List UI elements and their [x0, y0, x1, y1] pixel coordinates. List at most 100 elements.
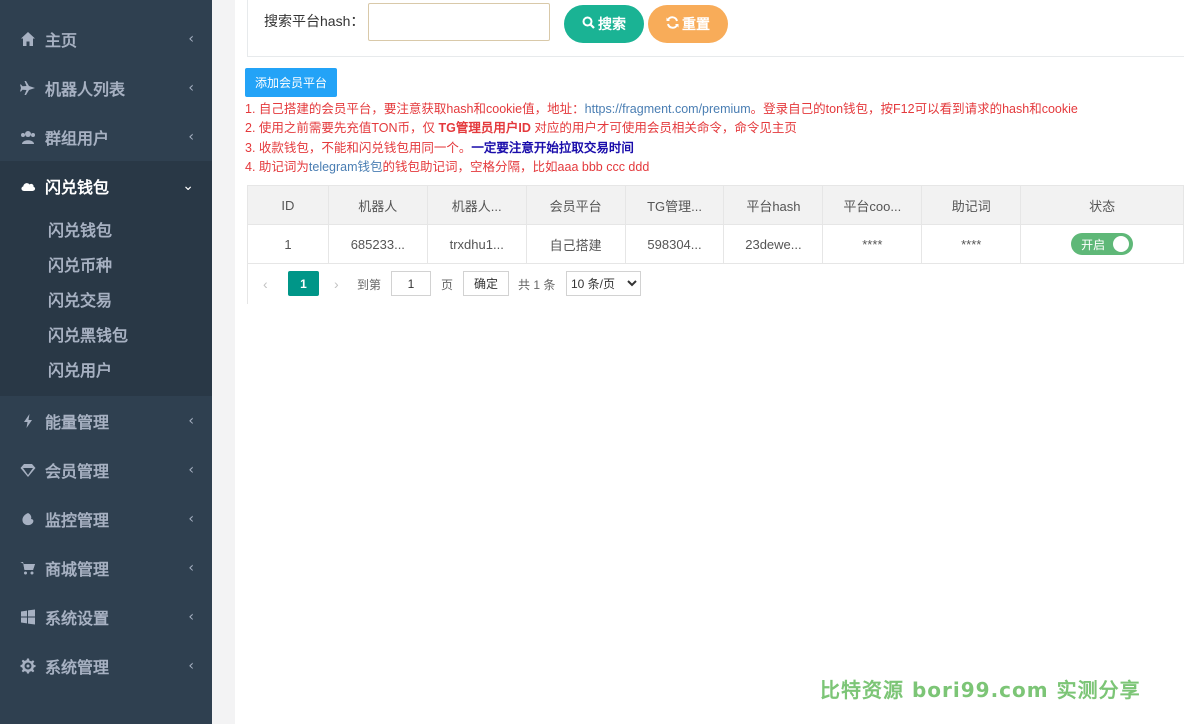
sidebar-item-label: 群组用户 [45, 128, 110, 148]
sidebar-item-label: 系统管理 [45, 657, 110, 677]
note-line-3: 3. 收款钱包，不能和闪兑钱包用同一个。一定要注意开始拉取交易时间 [245, 139, 1078, 158]
column-header[interactable]: 助记词 [921, 185, 1022, 225]
submenu-item-flash-blacklist[interactable]: 闪兑黑钱包 [0, 316, 212, 351]
reset-button[interactable]: 重置 [648, 5, 728, 43]
column-header[interactable]: 机器人... [426, 185, 527, 225]
note-line-4: 4. 助记词为telegram钱包的钱包助记词，空格分隔，比如aaa bbb c… [245, 158, 1078, 177]
column-header[interactable]: TG管理... [624, 185, 725, 225]
diamond-icon [17, 462, 39, 478]
sidebar-item-group-users[interactable]: 群组用户 ‹ [0, 112, 212, 161]
next-page-button[interactable]: › [334, 276, 339, 292]
column-header[interactable]: 状态 [1020, 185, 1184, 225]
column-header[interactable]: ID [247, 185, 329, 225]
sidebar-item-monitor[interactable]: 监控管理 ‹ [0, 494, 212, 543]
sidebar-item-energy[interactable]: 能量管理 ‹ [0, 396, 212, 445]
note-line-1: 1. 自己搭建的会员平台，要注意获取hash和cookie值，地址：https:… [245, 100, 1078, 119]
note-text: 1. 自己搭建的会员平台，要注意获取hash和cookie值，地址： [245, 102, 585, 116]
toggle-knob [1113, 236, 1130, 252]
telegram-wallet-link[interactable]: telegram钱包 [309, 160, 383, 174]
status-toggle-label: 开启 [1081, 237, 1106, 252]
sidebar-item-label: 机器人列表 [45, 79, 126, 99]
member-platform-table: ID 机器人 机器人... 会员平台 TG管理... 平台hash 平台coo.… [247, 185, 1184, 264]
chevron-left-icon: ‹ [188, 608, 194, 625]
chevron-left-icon: ‹ [188, 510, 194, 527]
sidebar-item-flash-wallet[interactable]: 闪兑钱包 ⌄ [0, 161, 212, 211]
sidebar-item-label: 商城管理 [45, 559, 110, 579]
chevron-down-icon: ⌄ [182, 178, 194, 194]
column-header[interactable]: 会员平台 [525, 185, 626, 225]
note-text: 。登录自己的ton钱包，按F12可以看到请求的hash和cookie [750, 102, 1078, 116]
submenu-item-flash-users[interactable]: 闪兑用户 [0, 351, 212, 386]
total-count: 共 1 条 [518, 278, 556, 292]
table-header-row: ID 机器人 机器人... 会员平台 TG管理... 平台hash 平台coo.… [247, 185, 1184, 225]
sidebar-item-home[interactable]: 主页 ‹ [0, 14, 212, 63]
sidebar-item-label: 主页 [45, 30, 78, 50]
note-text: 的钱包助记词，空格分隔，比如aaa bbb ccc ddd [382, 159, 650, 174]
cloud-icon [17, 178, 39, 194]
home-icon [17, 31, 39, 47]
gear-icon [17, 658, 39, 674]
note-text: 对应的用户才可使用会员相关命令，命令见主页 [530, 121, 797, 136]
search-label: 搜索平台hash： [264, 13, 365, 29]
cell-id: 1 [247, 224, 329, 264]
cell-bot-name: trxdhu1... [426, 224, 527, 264]
sidebar-item-shop[interactable]: 商城管理 ‹ [0, 543, 212, 592]
plane-icon [17, 80, 39, 96]
add-member-platform-button[interactable]: 添加会员平台 [245, 68, 337, 97]
users-icon [17, 129, 39, 145]
search-button-label: 搜索 [598, 17, 626, 33]
sidebar-item-bot-list[interactable]: 机器人列表 ‹ [0, 63, 212, 112]
submenu-item-flash-coin[interactable]: 闪兑币种 [0, 246, 212, 281]
sidebar-item-label: 系统设置 [45, 608, 110, 628]
goto-confirm-button[interactable]: 确定 [463, 271, 509, 296]
chevron-left-icon: ‹ [188, 559, 194, 576]
monitor-icon [17, 511, 39, 527]
page-size-select[interactable]: 10 条/页 [566, 271, 641, 296]
note-emphasis: 一定要注意开始拉取交易时间 [471, 140, 634, 155]
cell-hash: 23dewe... [723, 224, 824, 264]
note-text: 3. 收款钱包，不能和闪兑钱包用同一个。 [245, 140, 472, 155]
bolt-icon [17, 413, 39, 429]
chevron-left-icon: ‹ [188, 79, 194, 96]
cell-platform: 自己搭建 [525, 224, 626, 264]
submenu-item-flash-trade[interactable]: 闪兑交易 [0, 281, 212, 316]
sidebar-item-membership[interactable]: 会员管理 ‹ [0, 445, 212, 494]
sidebar-item-label: 监控管理 [45, 510, 110, 530]
cell-tg-admin: 598304... [624, 224, 725, 264]
column-header[interactable]: 平台hash [723, 185, 824, 225]
sidebar-item-system-settings[interactable]: 系统设置 ‹ [0, 592, 212, 641]
column-header[interactable]: 机器人 [327, 185, 428, 225]
cell-cookie: **** [822, 224, 923, 264]
content-panel: 搜索平台hash： 搜索 重置 添加会员平台 1. 自己搭建的会员平台，要注意获… [235, 0, 1184, 724]
page-unit-label: 页 [441, 278, 454, 292]
search-hash-input[interactable] [368, 3, 550, 41]
watermark: 比特资源 bori99.com 实测分享 [820, 678, 1141, 702]
fragment-link[interactable]: https://fragment.com/premium [585, 102, 751, 116]
chevron-left-icon: ‹ [188, 657, 194, 674]
status-toggle[interactable]: 开启 [1071, 233, 1134, 255]
search-icon [582, 16, 595, 33]
sidebar-item-label: 能量管理 [45, 412, 110, 432]
note-line-2: 2. 使用之前需要先充值TON币，仅 TG管理员用户ID 对应的用户才可使用会员… [245, 119, 1078, 138]
note-text: 2. 使用之前需要先充值TON币，仅 [245, 121, 439, 136]
table-row: 1 685233... trxdhu1... 自己搭建 598304... 23… [247, 224, 1184, 264]
main-content: 搜索平台hash： 搜索 重置 添加会员平台 1. 自己搭建的会员平台，要注意获… [212, 0, 1184, 724]
cell-mnemonic: **** [921, 224, 1022, 264]
column-header[interactable]: 平台coo... [822, 185, 923, 225]
prev-page-button[interactable]: ‹ [263, 276, 268, 292]
note-bold: TG管理员用户ID [438, 121, 531, 136]
windows-icon [17, 609, 39, 625]
note-text: 4. 助记词为 [245, 159, 309, 174]
sidebar-item-system-admin[interactable]: 系统管理 ‹ [0, 641, 212, 690]
submenu-item-flash-wallet[interactable]: 闪兑钱包 [0, 211, 212, 246]
page-1-button[interactable]: 1 [288, 271, 319, 296]
search-button[interactable]: 搜索 [564, 5, 644, 43]
instruction-notes: 1. 自己搭建的会员平台，要注意获取hash和cookie值，地址：https:… [245, 100, 1078, 177]
sidebar-submenu: 闪兑钱包 闪兑币种 闪兑交易 闪兑黑钱包 闪兑用户 [0, 211, 212, 396]
goto-page-input[interactable]: 1 [391, 271, 431, 296]
sidebar-item-label: 闪兑钱包 [45, 178, 110, 197]
goto-label: 到第 [357, 278, 382, 292]
search-bar: 搜索平台hash： 搜索 重置 [247, 0, 1184, 57]
chevron-left-icon: ‹ [188, 30, 194, 47]
chevron-left-icon: ‹ [188, 128, 194, 145]
